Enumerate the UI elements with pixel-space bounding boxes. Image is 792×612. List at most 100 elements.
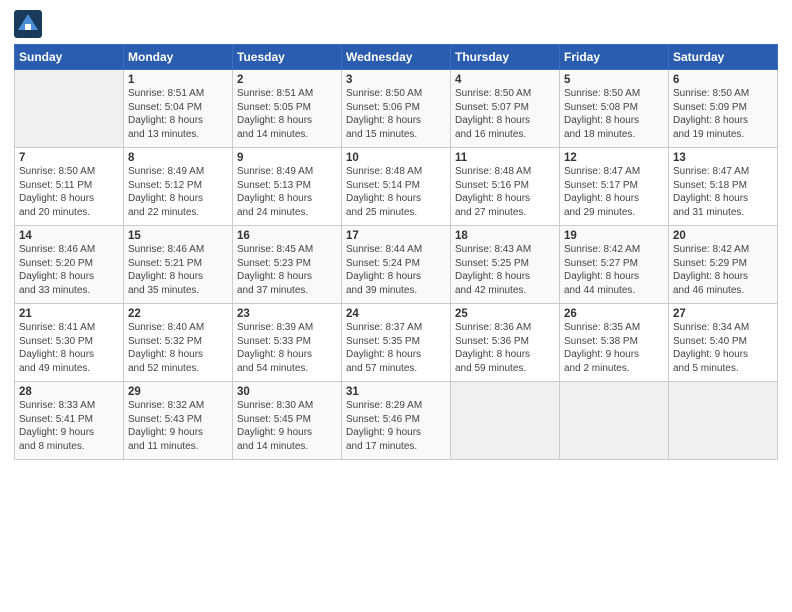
day-number: 8 xyxy=(128,152,228,164)
day-number: 4 xyxy=(455,74,555,86)
day-number: 13 xyxy=(673,152,773,164)
calendar-cell: 16Sunrise: 8:45 AM Sunset: 5:23 PM Dayli… xyxy=(233,226,342,304)
calendar-cell: 28Sunrise: 8:33 AM Sunset: 5:41 PM Dayli… xyxy=(15,382,124,460)
calendar-cell: 4Sunrise: 8:50 AM Sunset: 5:07 PM Daylig… xyxy=(451,70,560,148)
day-content: Sunrise: 8:50 AM Sunset: 5:11 PM Dayligh… xyxy=(19,165,119,219)
day-number: 27 xyxy=(673,308,773,320)
day-content: Sunrise: 8:50 AM Sunset: 5:08 PM Dayligh… xyxy=(564,87,664,141)
day-header-saturday: Saturday xyxy=(669,45,778,70)
day-content: Sunrise: 8:30 AM Sunset: 5:45 PM Dayligh… xyxy=(237,399,337,453)
week-row-1: 1Sunrise: 8:51 AM Sunset: 5:04 PM Daylig… xyxy=(15,70,778,148)
day-content: Sunrise: 8:40 AM Sunset: 5:32 PM Dayligh… xyxy=(128,321,228,375)
calendar-cell: 6Sunrise: 8:50 AM Sunset: 5:09 PM Daylig… xyxy=(669,70,778,148)
calendar-cell: 27Sunrise: 8:34 AM Sunset: 5:40 PM Dayli… xyxy=(669,304,778,382)
day-content: Sunrise: 8:46 AM Sunset: 5:20 PM Dayligh… xyxy=(19,243,119,297)
day-number: 28 xyxy=(19,386,119,398)
day-content: Sunrise: 8:33 AM Sunset: 5:41 PM Dayligh… xyxy=(19,399,119,453)
calendar-cell: 20Sunrise: 8:42 AM Sunset: 5:29 PM Dayli… xyxy=(669,226,778,304)
calendar-cell: 18Sunrise: 8:43 AM Sunset: 5:25 PM Dayli… xyxy=(451,226,560,304)
day-number: 14 xyxy=(19,230,119,242)
day-content: Sunrise: 8:39 AM Sunset: 5:33 PM Dayligh… xyxy=(237,321,337,375)
day-number: 29 xyxy=(128,386,228,398)
day-content: Sunrise: 8:36 AM Sunset: 5:36 PM Dayligh… xyxy=(455,321,555,375)
week-row-2: 7Sunrise: 8:50 AM Sunset: 5:11 PM Daylig… xyxy=(15,148,778,226)
day-number: 2 xyxy=(237,74,337,86)
day-number: 10 xyxy=(346,152,446,164)
day-content: Sunrise: 8:35 AM Sunset: 5:38 PM Dayligh… xyxy=(564,321,664,375)
week-row-4: 21Sunrise: 8:41 AM Sunset: 5:30 PM Dayli… xyxy=(15,304,778,382)
calendar-cell: 26Sunrise: 8:35 AM Sunset: 5:38 PM Dayli… xyxy=(560,304,669,382)
calendar-cell: 23Sunrise: 8:39 AM Sunset: 5:33 PM Dayli… xyxy=(233,304,342,382)
day-content: Sunrise: 8:47 AM Sunset: 5:18 PM Dayligh… xyxy=(673,165,773,219)
day-number: 11 xyxy=(455,152,555,164)
day-header-wednesday: Wednesday xyxy=(342,45,451,70)
calendar-cell: 9Sunrise: 8:49 AM Sunset: 5:13 PM Daylig… xyxy=(233,148,342,226)
day-content: Sunrise: 8:49 AM Sunset: 5:12 PM Dayligh… xyxy=(128,165,228,219)
calendar-cell: 31Sunrise: 8:29 AM Sunset: 5:46 PM Dayli… xyxy=(342,382,451,460)
day-content: Sunrise: 8:49 AM Sunset: 5:13 PM Dayligh… xyxy=(237,165,337,219)
day-number: 5 xyxy=(564,74,664,86)
calendar-table: SundayMondayTuesdayWednesdayThursdayFrid… xyxy=(14,44,778,460)
day-number: 6 xyxy=(673,74,773,86)
day-number: 30 xyxy=(237,386,337,398)
day-number: 31 xyxy=(346,386,446,398)
calendar-cell: 14Sunrise: 8:46 AM Sunset: 5:20 PM Dayli… xyxy=(15,226,124,304)
calendar-cell: 22Sunrise: 8:40 AM Sunset: 5:32 PM Dayli… xyxy=(124,304,233,382)
calendar-cell: 25Sunrise: 8:36 AM Sunset: 5:36 PM Dayli… xyxy=(451,304,560,382)
calendar-cell: 7Sunrise: 8:50 AM Sunset: 5:11 PM Daylig… xyxy=(15,148,124,226)
calendar-cell xyxy=(15,70,124,148)
day-number: 16 xyxy=(237,230,337,242)
day-content: Sunrise: 8:50 AM Sunset: 5:06 PM Dayligh… xyxy=(346,87,446,141)
calendar-cell: 10Sunrise: 8:48 AM Sunset: 5:14 PM Dayli… xyxy=(342,148,451,226)
calendar-cell: 5Sunrise: 8:50 AM Sunset: 5:08 PM Daylig… xyxy=(560,70,669,148)
calendar-cell: 3Sunrise: 8:50 AM Sunset: 5:06 PM Daylig… xyxy=(342,70,451,148)
day-number: 15 xyxy=(128,230,228,242)
logo-icon xyxy=(14,10,42,38)
day-header-friday: Friday xyxy=(560,45,669,70)
day-number: 25 xyxy=(455,308,555,320)
calendar-cell: 21Sunrise: 8:41 AM Sunset: 5:30 PM Dayli… xyxy=(15,304,124,382)
calendar-cell: 19Sunrise: 8:42 AM Sunset: 5:27 PM Dayli… xyxy=(560,226,669,304)
day-header-monday: Monday xyxy=(124,45,233,70)
week-row-5: 28Sunrise: 8:33 AM Sunset: 5:41 PM Dayli… xyxy=(15,382,778,460)
calendar-cell: 2Sunrise: 8:51 AM Sunset: 5:05 PM Daylig… xyxy=(233,70,342,148)
day-content: Sunrise: 8:50 AM Sunset: 5:09 PM Dayligh… xyxy=(673,87,773,141)
calendar-cell xyxy=(560,382,669,460)
calendar-cell xyxy=(669,382,778,460)
day-number: 3 xyxy=(346,74,446,86)
day-number: 26 xyxy=(564,308,664,320)
calendar-cell: 8Sunrise: 8:49 AM Sunset: 5:12 PM Daylig… xyxy=(124,148,233,226)
day-number: 24 xyxy=(346,308,446,320)
day-content: Sunrise: 8:46 AM Sunset: 5:21 PM Dayligh… xyxy=(128,243,228,297)
day-content: Sunrise: 8:34 AM Sunset: 5:40 PM Dayligh… xyxy=(673,321,773,375)
day-number: 12 xyxy=(564,152,664,164)
day-content: Sunrise: 8:45 AM Sunset: 5:23 PM Dayligh… xyxy=(237,243,337,297)
calendar-cell xyxy=(451,382,560,460)
day-content: Sunrise: 8:43 AM Sunset: 5:25 PM Dayligh… xyxy=(455,243,555,297)
day-content: Sunrise: 8:51 AM Sunset: 5:05 PM Dayligh… xyxy=(237,87,337,141)
day-header-thursday: Thursday xyxy=(451,45,560,70)
day-content: Sunrise: 8:51 AM Sunset: 5:04 PM Dayligh… xyxy=(128,87,228,141)
calendar-cell: 29Sunrise: 8:32 AM Sunset: 5:43 PM Dayli… xyxy=(124,382,233,460)
week-row-3: 14Sunrise: 8:46 AM Sunset: 5:20 PM Dayli… xyxy=(15,226,778,304)
day-number: 7 xyxy=(19,152,119,164)
calendar-cell: 24Sunrise: 8:37 AM Sunset: 5:35 PM Dayli… xyxy=(342,304,451,382)
day-content: Sunrise: 8:47 AM Sunset: 5:17 PM Dayligh… xyxy=(564,165,664,219)
calendar-cell: 12Sunrise: 8:47 AM Sunset: 5:17 PM Dayli… xyxy=(560,148,669,226)
day-content: Sunrise: 8:48 AM Sunset: 5:14 PM Dayligh… xyxy=(346,165,446,219)
day-content: Sunrise: 8:48 AM Sunset: 5:16 PM Dayligh… xyxy=(455,165,555,219)
day-number: 19 xyxy=(564,230,664,242)
header-row-days: SundayMondayTuesdayWednesdayThursdayFrid… xyxy=(15,45,778,70)
calendar-cell: 1Sunrise: 8:51 AM Sunset: 5:04 PM Daylig… xyxy=(124,70,233,148)
day-number: 21 xyxy=(19,308,119,320)
day-content: Sunrise: 8:37 AM Sunset: 5:35 PM Dayligh… xyxy=(346,321,446,375)
calendar-cell: 15Sunrise: 8:46 AM Sunset: 5:21 PM Dayli… xyxy=(124,226,233,304)
day-number: 17 xyxy=(346,230,446,242)
day-content: Sunrise: 8:41 AM Sunset: 5:30 PM Dayligh… xyxy=(19,321,119,375)
calendar-cell: 30Sunrise: 8:30 AM Sunset: 5:45 PM Dayli… xyxy=(233,382,342,460)
day-content: Sunrise: 8:42 AM Sunset: 5:27 PM Dayligh… xyxy=(564,243,664,297)
header-row xyxy=(14,10,778,38)
logo xyxy=(14,10,44,38)
calendar-cell: 13Sunrise: 8:47 AM Sunset: 5:18 PM Dayli… xyxy=(669,148,778,226)
day-content: Sunrise: 8:42 AM Sunset: 5:29 PM Dayligh… xyxy=(673,243,773,297)
